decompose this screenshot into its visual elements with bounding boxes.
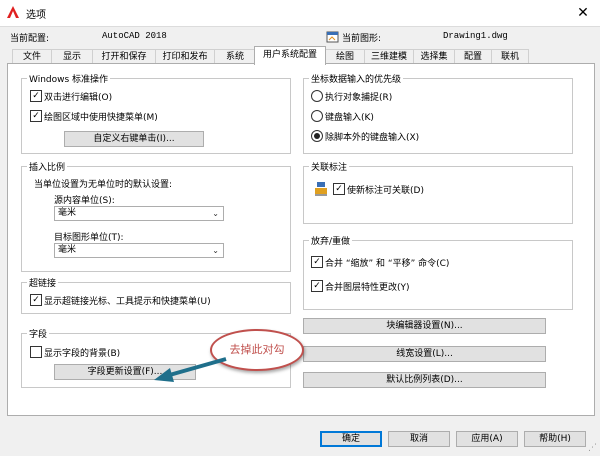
- insertion-scale-description: 当单位设置为无单位时的默认设置:: [34, 180, 173, 190]
- lineweight-settings-button[interactable]: 线宽设置(L)...: [303, 346, 546, 362]
- field-background-checkbox[interactable]: [30, 346, 42, 358]
- undo-redo-group: [303, 240, 573, 310]
- double-click-edit-label: 双击进行编辑(O): [44, 93, 113, 103]
- tab-drafting[interactable]: 绘图: [325, 49, 365, 64]
- tab-profiles[interactable]: 配置: [454, 49, 492, 64]
- undo-redo-title: 放弃/重做: [309, 234, 353, 247]
- tab-open-save[interactable]: 打开和保存: [92, 49, 156, 64]
- windows-standard-title: Windows 标准操作: [27, 72, 111, 85]
- autocad-logo-icon: [7, 6, 19, 18]
- tab-files[interactable]: 文件: [12, 49, 52, 64]
- default-scale-list-button[interactable]: 默认比例列表(D)...: [303, 372, 546, 388]
- source-units-label: 源内容单位(S):: [54, 196, 115, 206]
- chevron-down-icon: ⌄: [212, 209, 219, 218]
- double-click-edit-checkbox[interactable]: ✓: [30, 90, 42, 102]
- field-background-label: 显示字段的背景(B): [44, 349, 121, 359]
- hyperlink-cursor-checkbox[interactable]: ✓: [30, 294, 42, 306]
- hyperlink-title: 超链接: [27, 276, 59, 289]
- chevron-down-icon: ⌄: [212, 246, 219, 255]
- tab-selection[interactable]: 选择集: [413, 49, 455, 64]
- current-profile-label: 当前配置:: [10, 34, 50, 44]
- coordinate-priority-title: 坐标数据输入的优先级: [309, 72, 404, 85]
- hyperlink-cursor-label: 显示超链接光标、工具提示和快捷菜单(U): [44, 297, 211, 307]
- combine-zoom-pan-checkbox[interactable]: ✓: [311, 256, 323, 268]
- block-editor-settings-button[interactable]: 块编辑器设置(N)...: [303, 318, 546, 334]
- custom-right-click-button[interactable]: 自定义右键单击(I)...: [64, 131, 204, 147]
- window-title: 选项: [26, 10, 46, 21]
- radio-keyboard-except-scripts[interactable]: [311, 130, 323, 142]
- associative-dimensioning-title: 关联标注: [309, 160, 350, 173]
- tab-plot-publish[interactable]: 打印和发布: [155, 49, 215, 64]
- current-drawing-value: Drawing1.dwg: [443, 31, 508, 41]
- annotation-arrow: [154, 357, 227, 382]
- tab-system[interactable]: 系统: [214, 49, 256, 64]
- source-units-select[interactable]: 毫米 ⌄: [54, 206, 224, 221]
- help-button[interactable]: 帮助(H): [524, 431, 586, 447]
- shortcut-menus-checkbox[interactable]: ✓: [30, 110, 42, 122]
- associative-dimensioning-group: [303, 166, 573, 224]
- resize-grip-icon[interactable]: ⋰: [588, 443, 598, 453]
- associative-dimension-checkbox[interactable]: ✓: [333, 183, 345, 195]
- fields-title: 字段: [27, 327, 50, 340]
- title-bar: 选项 ✕: [0, 0, 600, 27]
- ok-button[interactable]: 确定: [320, 431, 382, 447]
- target-units-select[interactable]: 毫米 ⌄: [54, 243, 224, 258]
- drawing-file-icon: [326, 31, 339, 43]
- radio-object-snap-label: 执行对象捕捉(R): [325, 93, 393, 103]
- radio-keyboard-entry[interactable]: [311, 110, 323, 122]
- current-drawing-label: 当前图形:: [342, 34, 382, 44]
- radio-object-snap[interactable]: [311, 90, 323, 102]
- combine-layer-property-label: 合并图层特性更改(Y): [325, 283, 410, 293]
- shortcut-menus-label: 绘图区域中使用快捷菜单(M): [44, 113, 158, 123]
- source-units-value: 毫米: [58, 208, 77, 218]
- combine-layer-property-checkbox[interactable]: ✓: [311, 280, 323, 292]
- cancel-button[interactable]: 取消: [388, 431, 450, 447]
- close-icon[interactable]: ✕: [574, 4, 592, 22]
- current-profile-value: AutoCAD 2018: [102, 31, 167, 41]
- associative-dimension-label: 使新标注可关联(D): [347, 186, 424, 196]
- radio-keyboard-except-scripts-label: 除脚本外的键盘输入(X): [325, 133, 420, 143]
- target-units-value: 毫米: [58, 245, 77, 255]
- tab-display[interactable]: 显示: [51, 49, 93, 64]
- combine-zoom-pan-label: 合并 “缩放” 和 “平移” 命令(C): [325, 259, 450, 269]
- target-units-label: 目标图形单位(T):: [54, 233, 124, 243]
- apply-button[interactable]: 应用(A): [456, 431, 518, 447]
- insertion-scale-title: 插入比例: [27, 160, 68, 173]
- tab-3d-modeling[interactable]: 三维建模: [364, 49, 414, 64]
- radio-keyboard-entry-label: 键盘输入(K): [325, 113, 374, 123]
- dimension-icon: [315, 182, 327, 196]
- tab-online[interactable]: 联机: [491, 49, 529, 64]
- tab-user-preferences[interactable]: 用户系统配置: [254, 46, 326, 65]
